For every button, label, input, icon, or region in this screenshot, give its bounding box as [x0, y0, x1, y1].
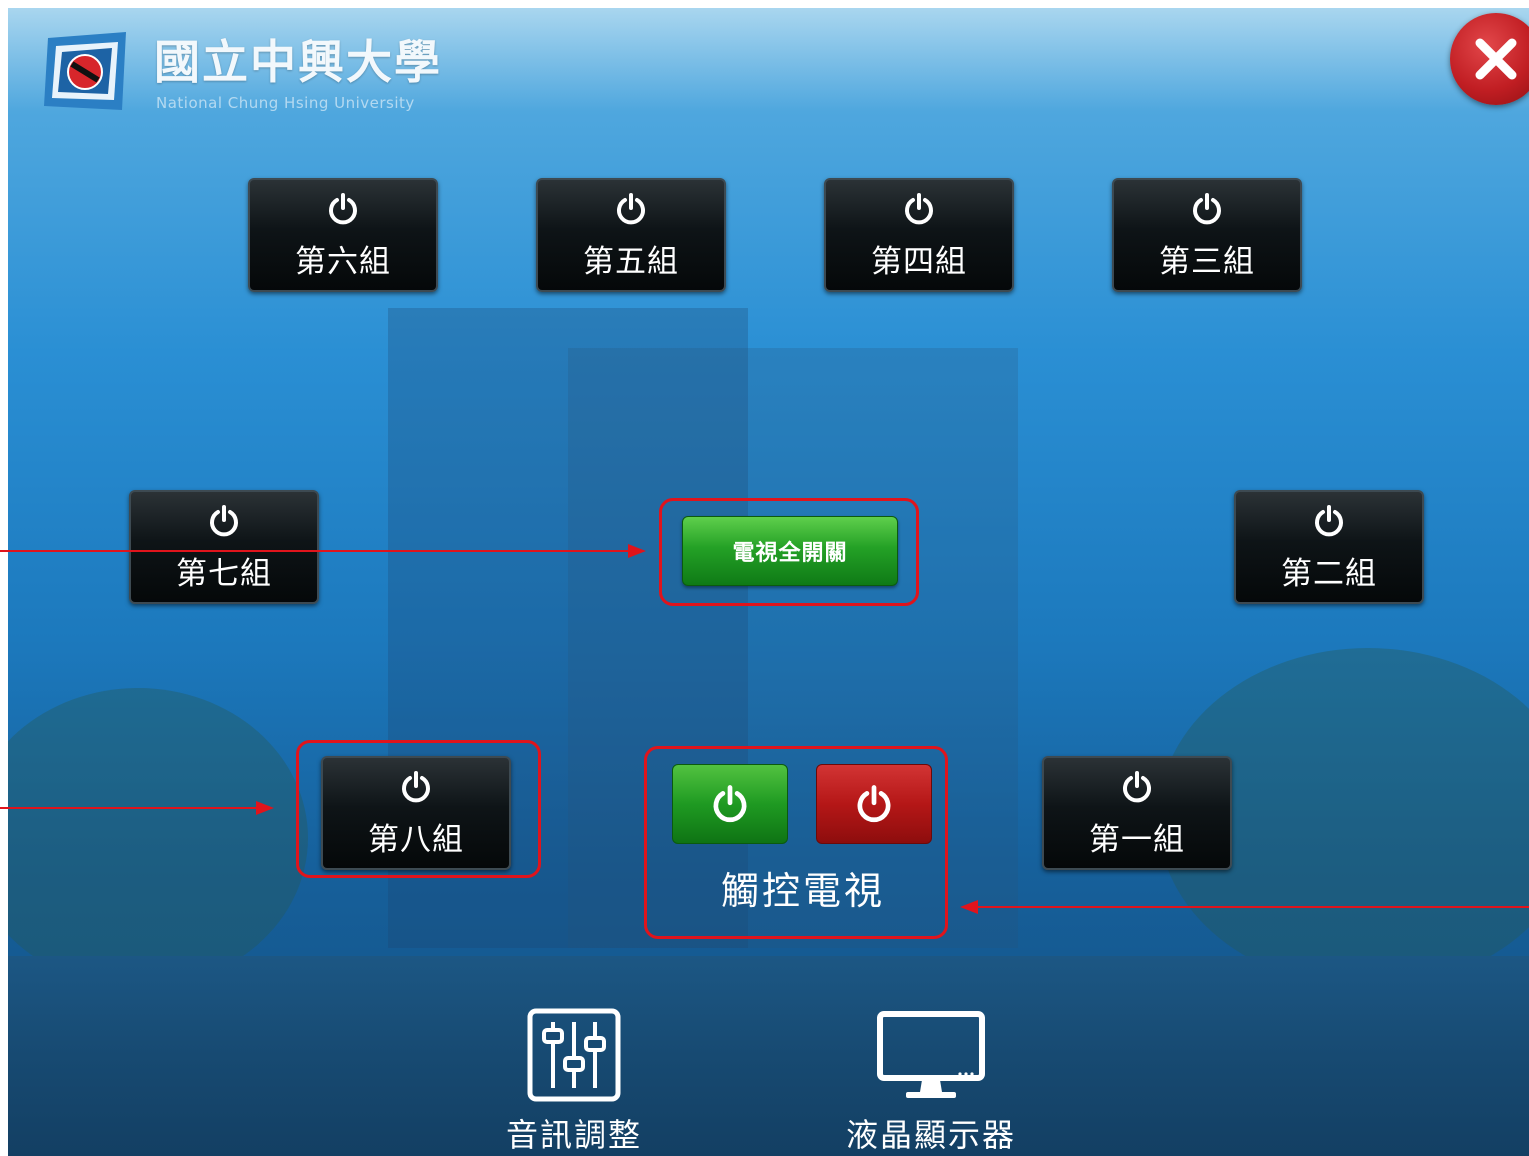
- group-5-label: 第五組: [583, 244, 679, 280]
- group-3-label: 第三組: [1159, 244, 1255, 280]
- logo-subtitle: National Chung Hsing University: [156, 94, 415, 112]
- group-2-label: 第二組: [1281, 556, 1377, 592]
- annotation-arrow-head: [256, 801, 274, 815]
- close-button[interactable]: [1450, 13, 1529, 105]
- power-icon: [1123, 771, 1151, 803]
- annotation-arrow-line: [0, 550, 630, 552]
- footer-bar: 音訊調整 液晶顯示器: [8, 956, 1529, 1156]
- highlight-group-8: [296, 740, 541, 878]
- monitor-icon: [877, 1011, 985, 1098]
- group-6-button[interactable]: 第六組: [248, 178, 438, 292]
- power-icon: [905, 193, 933, 225]
- group-7-button[interactable]: 第七組: [129, 490, 319, 604]
- group-1-label: 第一組: [1089, 822, 1185, 858]
- annotation-arrow-head: [960, 900, 978, 914]
- audio-adjust-label: 音訊調整: [506, 1116, 643, 1154]
- group-2-button[interactable]: 第二組: [1234, 490, 1424, 604]
- audio-adjust-button[interactable]: 音訊調整: [506, 1008, 642, 1156]
- power-icon: [210, 505, 238, 537]
- power-icon: [1193, 193, 1221, 225]
- group-4-label: 第四組: [871, 244, 967, 280]
- lcd-display-label: 液晶顯示器: [846, 1116, 1017, 1154]
- power-icon: [1315, 505, 1343, 537]
- group-7-label: 第七組: [176, 556, 272, 592]
- university-logo: [44, 32, 126, 110]
- background-tree-left: [8, 688, 308, 988]
- logo-title: 國立中興大學: [154, 35, 442, 89]
- group-4-button[interactable]: 第四組: [824, 178, 1014, 292]
- power-icon: [617, 193, 645, 225]
- group-6-label: 第六組: [295, 244, 391, 280]
- annotation-arrow-line: [0, 807, 258, 809]
- group-3-button[interactable]: 第三組: [1112, 178, 1302, 292]
- close-icon: [1475, 38, 1517, 80]
- lcd-display-button[interactable]: 液晶顯示器: [846, 1008, 1016, 1156]
- highlight-all-tv: [659, 498, 919, 606]
- power-icon: [329, 193, 357, 225]
- annotation-arrow-head: [628, 544, 646, 558]
- highlight-touch-tv: [644, 746, 948, 939]
- mixer-icon: [527, 1008, 621, 1102]
- group-1-button[interactable]: 第一組: [1042, 756, 1232, 870]
- group-5-button[interactable]: 第五組: [536, 178, 726, 292]
- annotation-arrow-line: [978, 906, 1529, 908]
